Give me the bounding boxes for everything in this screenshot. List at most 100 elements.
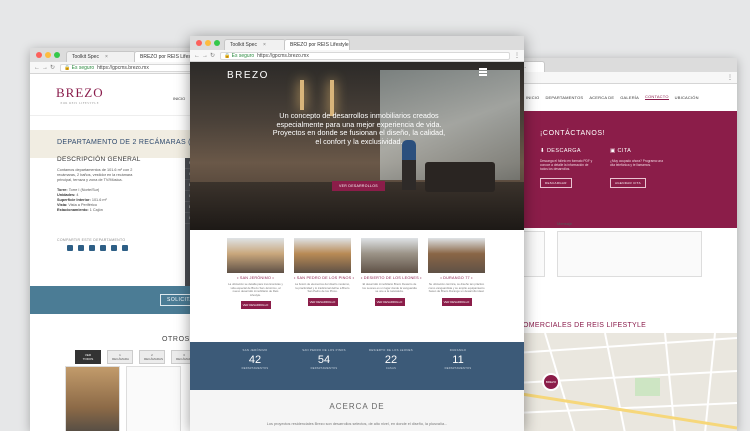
descarga-title: ⬇ DESCARGA [540, 148, 581, 154]
spec-value: Vista a Periférico [68, 203, 97, 207]
project-image[interactable] [227, 238, 284, 273]
filter-button[interactable]: 1 RECÁMARA [107, 350, 133, 364]
spec-value: 101.6 m² [91, 198, 107, 202]
ver-desarrollo-button[interactable]: VER DESARROLLO [240, 301, 271, 310]
browser-tab[interactable]: Toolkit Spec × [224, 39, 286, 50]
brezo-logo[interactable]: BREZO [227, 70, 269, 81]
ver-desarrollo-button[interactable]: VER DESARROLLO [307, 297, 338, 306]
about-title: ACERCA DE [329, 402, 385, 411]
spec-value: 1 Cajón [89, 208, 103, 212]
agendar-cita-button[interactable]: AGENDAR CITA [610, 178, 646, 188]
logo-text: BREZO [56, 85, 104, 100]
page-title: DEPARTAMENTO DE 2 RECÁMARAS (101.6 [57, 139, 210, 146]
calendar-icon: ▣ [610, 148, 618, 154]
stat-label: DURANGO [449, 348, 467, 352]
close-tab-icon[interactable]: × [105, 54, 108, 60]
stat-item: DESIERTO DE LOS LEONES 22 CASAS [361, 348, 421, 370]
stat-unit: DEPARTAMENTOS [444, 367, 472, 370]
project-card: • DESIERTO DE LOS LEONES • El desarrollo … [361, 238, 421, 306]
email-icon[interactable] [100, 245, 106, 251]
descargar-button[interactable]: DESCARGAR [540, 178, 572, 188]
related-thumbnail[interactable] [65, 366, 120, 431]
map-title: OMERCIALES DE REIS LIFESTYLE [523, 322, 647, 329]
browser-tab[interactable]: Toolkit Spec × [66, 51, 136, 62]
hero-tagline: Un concepto de desarrollos inmobiliarios… [272, 111, 446, 146]
download-icon: ⬇ [540, 148, 547, 154]
minimize-window-icon[interactable] [205, 40, 211, 46]
description-title: DESCRIPCIÓN GENERAL [57, 156, 141, 163]
maximize-window-icon[interactable] [54, 52, 60, 58]
nav-item[interactable]: ACERCA DE [589, 95, 614, 100]
forward-icon[interactable]: → [42, 64, 48, 72]
map-pin[interactable]: BREZO [542, 373, 560, 391]
filter-button[interactable]: VER TODOS [75, 350, 101, 364]
project-image[interactable] [294, 238, 351, 273]
more-icon[interactable]: ⋮ [727, 74, 733, 81]
filter-buttons: VER TODOS 1 RECÁMARA 2 RECÁMARAS 3 RECÁMARA… [75, 350, 197, 364]
nav-item[interactable]: CONTACTO [644, 94, 669, 100]
stat-item: SAN JERÓNIMO 42 DEPARTAMENTOS [225, 348, 285, 370]
nav-item[interactable]: DEPARTAMENTOS [545, 95, 583, 100]
url-text: https://gpcms.brezo.mx [97, 65, 149, 71]
cita-label: CITA [617, 148, 632, 154]
browser-tab-active[interactable]: BREZO por REIS Lifestyle× [284, 39, 350, 50]
site-nav: INICIO DEPARTAMENTOS ACERCA DE GALERÍA CONTA… [515, 84, 737, 110]
ver-desarrollo-button[interactable]: VER DESARROLLO [374, 297, 405, 306]
hamburger-menu-icon[interactable] [479, 68, 487, 77]
project-name: • SAN PEDRO DE LOS PINOS • [294, 276, 355, 280]
facebook-icon[interactable] [67, 245, 73, 251]
about-section: ACERCA DE Los proyectos residenciales Br… [190, 390, 524, 431]
project-image[interactable] [428, 238, 485, 273]
tab-bar: … [515, 58, 737, 72]
contact-title: ¡CONTÁCTANOS! [540, 130, 606, 137]
close-window-icon[interactable] [36, 52, 42, 58]
spec-key: Unidades: [57, 193, 76, 197]
linkedin-icon[interactable] [89, 245, 95, 251]
project-image[interactable] [361, 238, 418, 273]
stat-label: SAN PEDRO DE LOS PINOS [302, 348, 346, 352]
project-card: • SAN PEDRO DE LOS PINOS • La fusión de e… [294, 238, 355, 306]
project-text: Su ubicación céntrica, su diseño tan prá… [428, 282, 485, 294]
message-field[interactable] [557, 231, 702, 277]
related-thumbnail[interactable] [126, 366, 181, 431]
close-window-icon[interactable] [196, 40, 202, 46]
reload-icon[interactable]: ↻ [50, 64, 55, 72]
nav-inicio[interactable]: INICIO [173, 96, 185, 101]
address-bar: ⋮ [515, 72, 737, 84]
stat-number: 11 [452, 354, 464, 366]
descarga-label: DESCARGA [546, 148, 582, 154]
whatsapp-icon[interactable] [111, 245, 117, 251]
close-tab-icon[interactable]: × [263, 42, 266, 48]
print-icon[interactable] [122, 245, 128, 251]
filter-button[interactable]: 2 RECÁMARAS [139, 350, 165, 364]
brezo-logo[interactable]: BREZO POR REIS LIFESTYLE [56, 85, 104, 105]
address-bar: ← → ↻ 🔒 Es seguro https://gpcms.brezo.mx … [190, 50, 524, 62]
maximize-window-icon[interactable] [214, 40, 220, 46]
projects-section: • SAN JERÓNIMO • La ubicación se detalla … [190, 230, 524, 340]
nav-item[interactable]: INICIO [526, 95, 539, 100]
related-thumbnails [65, 366, 181, 431]
description-text: Contamos departamentos de 101.6 m² con 2… [57, 168, 133, 182]
browser-window-right: … ⋮ INICIO DEPARTAMENTOS ACERCA DE GALERÍA C… [515, 58, 737, 431]
more-icon[interactable]: ⋮ [514, 52, 520, 59]
nav-item[interactable]: UBICACIÓN [675, 95, 699, 100]
forward-icon[interactable]: → [202, 52, 208, 60]
ver-desarrollo-button[interactable]: VER DESARROLLO [441, 297, 472, 306]
back-icon[interactable]: ← [194, 52, 200, 60]
ver-desarrollos-button[interactable]: VER DESARROLLOS [332, 181, 385, 191]
reload-icon[interactable]: ↻ [210, 52, 215, 60]
window-controls [196, 40, 220, 46]
minimize-window-icon[interactable] [45, 52, 51, 58]
url-field[interactable]: 🔒 Es seguro https://gpcms.brezo.mx [220, 52, 510, 60]
tab-title: BREZO por REIS Lifestyle [290, 42, 349, 48]
hero-section: BREZO Un concepto de desarrollos inmobil… [190, 62, 524, 230]
stats-band: SAN JERÓNIMO 42 DEPARTAMENTOS SAN PEDRO DE … [190, 342, 524, 390]
stat-label: SAN JERÓNIMO [242, 348, 268, 352]
nav-item[interactable]: GALERÍA [620, 95, 639, 100]
twitter-icon[interactable] [78, 245, 84, 251]
back-icon[interactable]: ← [34, 64, 40, 72]
spec-value: Torre I (Norte/Sur) [68, 188, 100, 192]
cita-text: ¿Muy ocupado ahora? Programa una cita te… [610, 159, 663, 167]
lamp-decoration [300, 80, 304, 110]
project-text: La fusión de elementos del diseño modern… [294, 282, 351, 294]
